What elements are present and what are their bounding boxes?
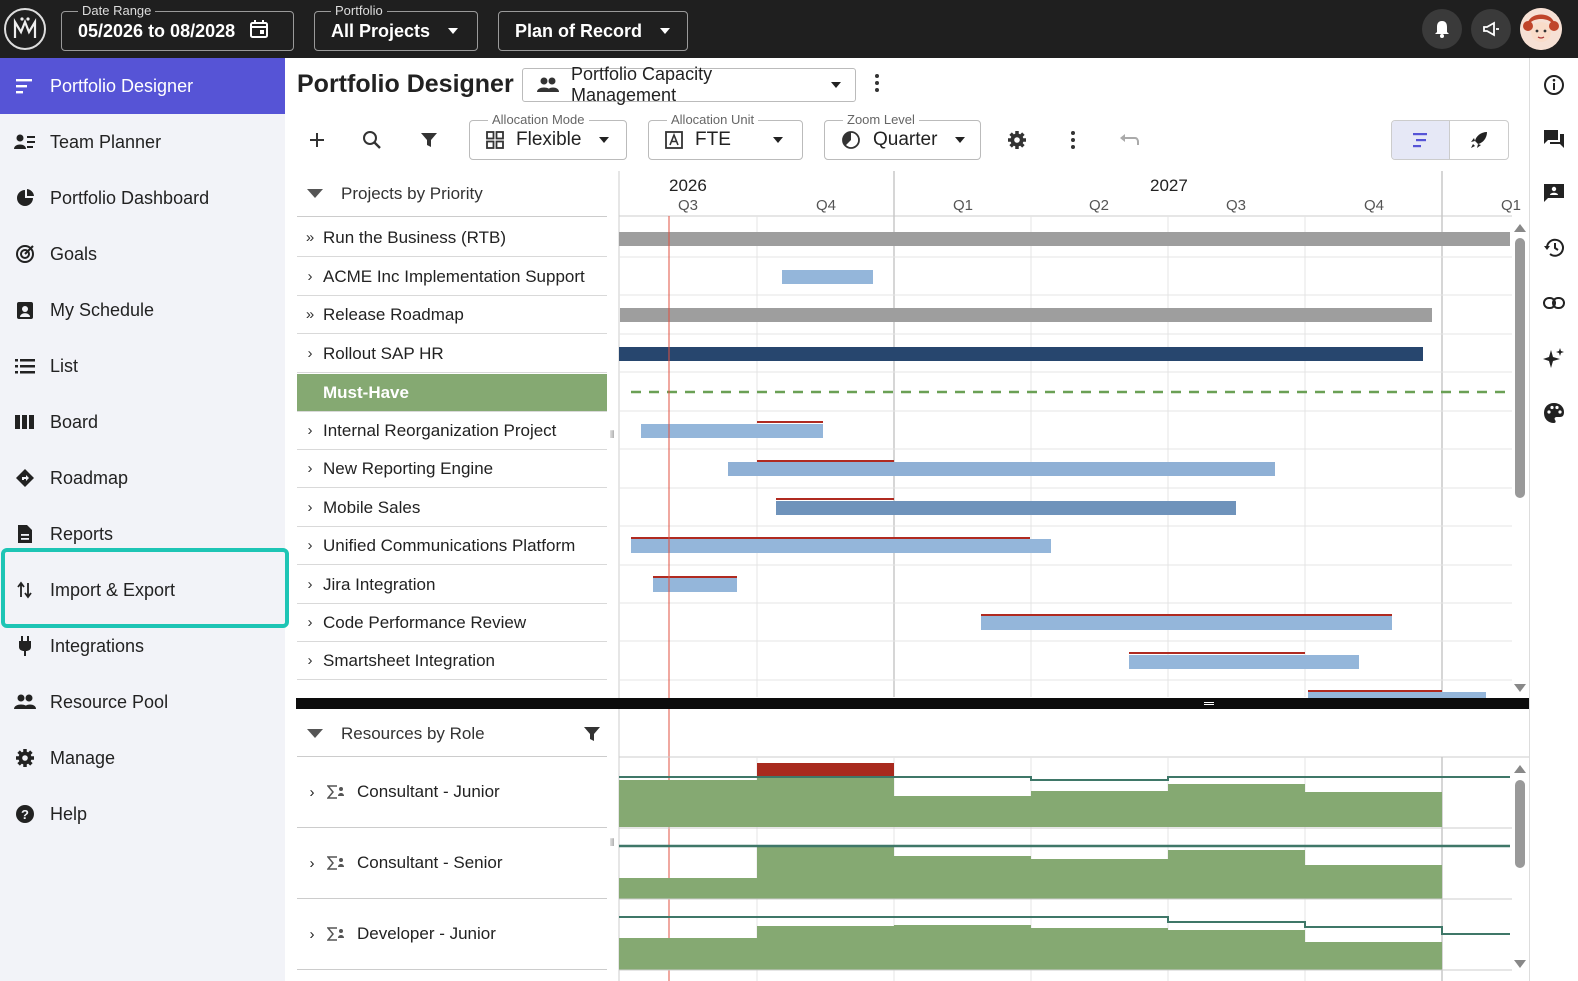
column-resize-grip[interactable]: ⦀ [610, 838, 614, 849]
overallocation-block [757, 763, 894, 777]
gantt-bar-rollout-sap-hr[interactable] [619, 347, 1423, 361]
capacity-chart-consultant-senior [619, 844, 1512, 900]
gantt-bar-acme[interactable] [782, 270, 873, 284]
scroll-up-icon[interactable] [1514, 224, 1526, 232]
gantt-bar-release-roadmap[interactable] [620, 308, 1432, 322]
splitter-grip-icon [1204, 702, 1214, 705]
capacity-chart-consultant-junior [619, 763, 1512, 829]
gantt-bar-code-performance-review[interactable] [981, 616, 1392, 630]
role-sum-icon [327, 784, 345, 800]
scroll-down-icon[interactable] [1514, 960, 1526, 968]
resource-label: Consultant - Senior [357, 853, 503, 872]
gantt-bar-run-the-business[interactable] [619, 232, 1510, 246]
resource-label: Consultant - Junior [357, 782, 500, 801]
collapse-triangle-icon [307, 729, 323, 738]
role-sum-icon [327, 926, 345, 942]
gantt-bar-smartsheet-integration[interactable] [1129, 655, 1359, 669]
scrollbar-thumb[interactable] [1515, 780, 1525, 868]
gantt-bar-unified-communications[interactable] [631, 539, 1051, 553]
gantt-chart: ⦀ ⦀ [610, 171, 1529, 981]
capacity-chart-developer-junior [619, 916, 1512, 971]
quarter-label: Q1 [953, 197, 974, 214]
filter-icon[interactable] [583, 725, 601, 743]
expand-chevron-icon[interactable]: › [297, 855, 327, 872]
scroll-down-icon[interactable] [1514, 684, 1526, 692]
gantt-bar-mobile-sales[interactable] [776, 501, 1236, 515]
quarter-label: Q4 [816, 197, 837, 214]
quarter-label: Q3 [1226, 197, 1247, 214]
quarter-label: Q3 [678, 197, 699, 214]
column-resize-grip[interactable]: ⦀ [610, 430, 614, 441]
expand-chevron-icon[interactable]: › [297, 784, 327, 801]
resource-row[interactable]: › Consultant - Junior [297, 757, 607, 828]
capacity-line [619, 776, 1510, 781]
resource-row[interactable]: › Developer - Junior [297, 899, 607, 970]
resource-label: Developer - Junior [357, 924, 496, 943]
resource-row[interactable]: › Consultant - Senior [297, 828, 607, 899]
quarter-label: Q1 [1501, 197, 1522, 214]
gantt-bar-new-reporting-engine[interactable] [728, 462, 1275, 476]
resources-header-label: Resources by Role [341, 723, 485, 743]
scroll-up-icon[interactable] [1514, 765, 1526, 773]
year-label: 2026 [669, 176, 707, 195]
panel-splitter[interactable] [296, 698, 1529, 709]
scrollbar-thumb[interactable] [1515, 238, 1525, 498]
quarter-label: Q4 [1364, 197, 1385, 214]
expand-chevron-icon[interactable]: › [297, 926, 327, 943]
resources-section-header[interactable]: Resources by Role [297, 711, 607, 757]
quarter-label: Q2 [1089, 197, 1110, 214]
role-sum-icon [327, 855, 345, 871]
year-label: 2027 [1150, 176, 1188, 195]
gantt-bar-jira-integration[interactable] [653, 578, 737, 592]
gantt-bar-internal-reorganization[interactable] [641, 424, 823, 438]
